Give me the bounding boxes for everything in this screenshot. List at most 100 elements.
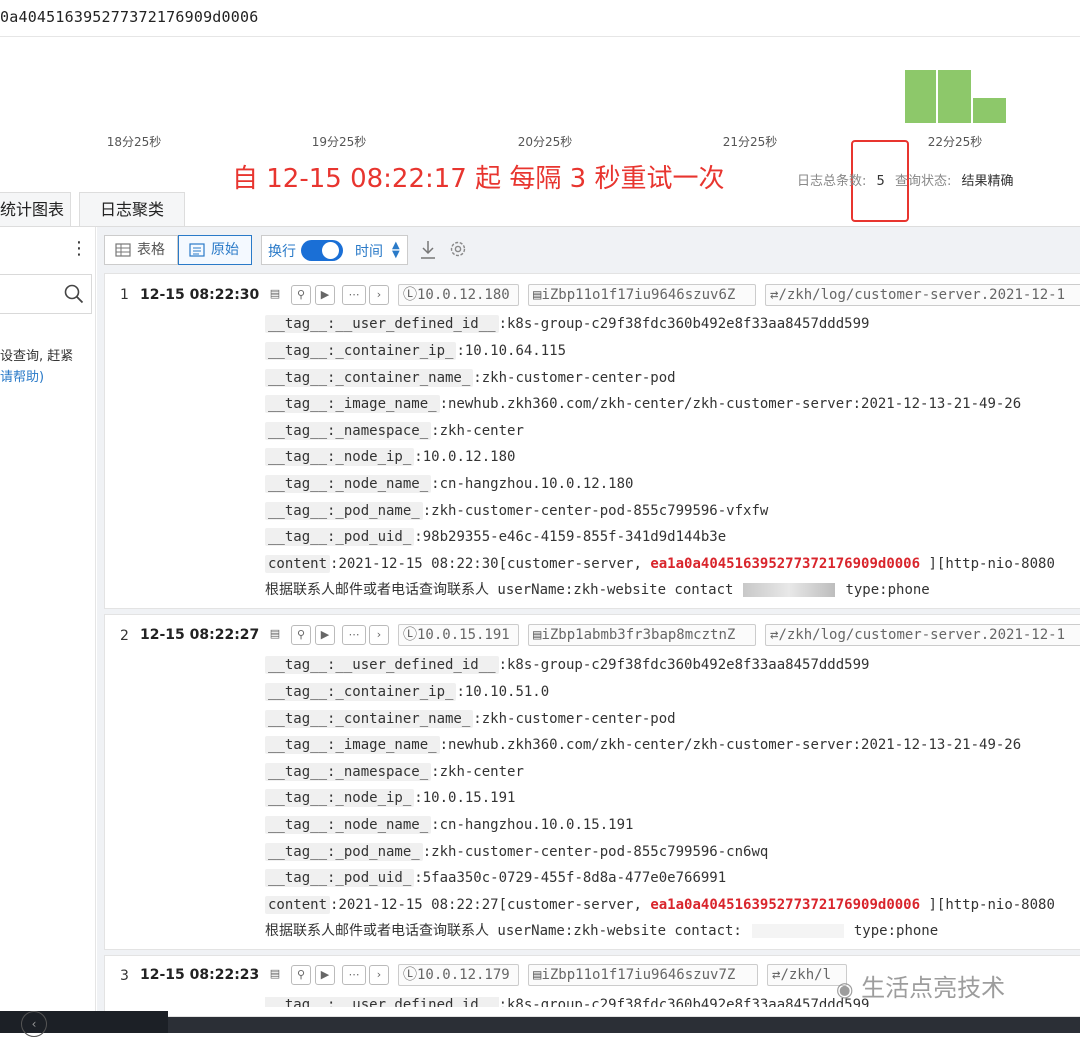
field-key[interactable]: __tag__:_node_ip_	[265, 789, 415, 807]
log-path-tag[interactable]: ⇄/zkh/log/customer-server.2021-12-1	[765, 624, 1080, 646]
hostname-tag[interactable]: ▤iZbp1abmb3fr3bap8mcztnZ	[528, 624, 756, 646]
context-view-icon[interactable]: ⚲	[291, 965, 311, 985]
log-detail-icon[interactable]: ▤	[265, 285, 285, 305]
field-key[interactable]: __tag__:_container_name_	[265, 369, 474, 387]
log-detail-icon[interactable]: ▤	[265, 625, 285, 645]
table-view-button[interactable]: 表格	[104, 235, 178, 265]
field-key[interactable]: __tag__:_namespace_	[265, 763, 432, 781]
field-key[interactable]: __tag__:_container_name_	[265, 710, 474, 728]
field-key[interactable]: __tag__:__user_defined_id__	[265, 315, 499, 333]
field-key[interactable]: __tag__:_node_name_	[265, 475, 432, 493]
more-actions-icon[interactable]: ⋯	[342, 625, 366, 645]
content-text[interactable]: 根据联系人邮件或者电话查询联系人 userName:zkh-website co…	[265, 582, 733, 598]
content-key[interactable]: content	[265, 555, 331, 573]
wrap-toggle-knob[interactable]	[322, 242, 339, 259]
raw-view-label: 原始	[211, 242, 239, 258]
field-value[interactable]: :zkh-customer-center-pod	[473, 711, 675, 727]
field-value[interactable]: :10.10.51.0	[456, 684, 549, 700]
field-key[interactable]: __tag__:_pod_uid_	[265, 869, 415, 887]
live-tail-icon[interactable]: ▶	[315, 625, 335, 645]
search-icon[interactable]	[64, 284, 84, 304]
raw-view-button[interactable]: 原始	[178, 235, 252, 265]
trace-id[interactable]: ea1a0a404516395277372176909d0006	[650, 897, 920, 913]
content-suffix[interactable]: ][http-nio-8080	[920, 556, 1054, 572]
field-value[interactable]: :10.0.15.191	[414, 790, 515, 806]
field-value[interactable]: :zkh-customer-center-pod-855c799596-vfxf…	[423, 503, 769, 519]
field-value[interactable]: :98b29355-e46c-4159-855f-341d9d144b3e	[414, 529, 726, 545]
histogram-bar[interactable]	[938, 70, 971, 123]
field-value[interactable]: :zkh-customer-center-pod-855c799596-cn6w…	[423, 844, 769, 860]
field-value[interactable]: :5faa350c-0729-455f-8d8a-477e0e766991	[414, 870, 726, 886]
field-key[interactable]: __tag__:_pod_uid_	[265, 528, 415, 546]
log-content-line2: 根据联系人邮件或者电话查询联系人 userName:zkh-website co…	[265, 920, 938, 940]
field-value[interactable]: :newhub.zkh360.com/zkh-center/zkh-custom…	[440, 396, 1022, 412]
field-key[interactable]: __tag__:_pod_name_	[265, 843, 423, 861]
field-value[interactable]: :k8s-group-c29f38fdc360b492e8f33aa8457dd…	[499, 316, 870, 332]
more-actions-icon[interactable]: ⋯	[342, 965, 366, 985]
log-detail-icon[interactable]: ▤	[265, 965, 285, 985]
expand-icon[interactable]: ›	[369, 625, 389, 645]
field-key[interactable]: __tag__:_image_name_	[265, 736, 440, 754]
gear-icon[interactable]	[448, 239, 468, 259]
sort-time-button[interactable]: 时间	[355, 241, 383, 261]
hostname-tag[interactable]: ▤iZbp11o1f17iu9646szuv7Z	[528, 964, 758, 986]
field-value[interactable]: :cn-hangzhou.10.0.12.180	[431, 476, 633, 492]
content-prefix[interactable]: :2021-12-15 08:22:30[customer-server,	[330, 556, 650, 572]
log-content: content:2021-12-15 08:22:30[customer-ser…	[265, 555, 1055, 573]
field-value[interactable]: :k8s-group-c29f38fdc360b492e8f33aa8457dd…	[499, 657, 870, 673]
entry-time: 12-15 08:22:27	[140, 627, 260, 643]
expand-icon[interactable]: ›	[369, 965, 389, 985]
tab-cluster[interactable]: 日志聚类	[79, 192, 185, 227]
sort-arrows-icon[interactable]: ▲ ▼	[392, 241, 400, 260]
content-suffix[interactable]: ][http-nio-8080	[920, 897, 1054, 913]
field-key[interactable]: __tag__:_container_ip_	[265, 342, 457, 360]
more-options-icon[interactable]: ⋮	[70, 238, 88, 259]
source-ip-tag[interactable]: Ⓛ10.0.15.191	[398, 624, 519, 646]
histogram-bar[interactable]	[973, 98, 1006, 123]
live-tail-icon[interactable]: ▶	[315, 965, 335, 985]
log-path-tag[interactable]: ⇄/zkh/l	[767, 964, 847, 986]
field-key[interactable]: __tag__:__user_defined_id__	[265, 656, 499, 674]
trace-id[interactable]: ea1a0a404516395277372176909d0006	[650, 556, 920, 572]
entry-time: 12-15 08:22:23	[140, 967, 260, 983]
collapse-icon[interactable]: ‹	[21, 1011, 47, 1037]
query-input-text[interactable]: 0a404516395277372176909d0006	[0, 8, 258, 26]
more-actions-icon[interactable]: ⋯	[342, 285, 366, 305]
log-field: __tag__:_namespace_:zkh-center	[265, 422, 524, 440]
field-value[interactable]: :zkh-center	[431, 423, 524, 439]
field-key[interactable]: __tag__:_image_name_	[265, 395, 440, 413]
live-tail-icon[interactable]: ▶	[315, 285, 335, 305]
field-key[interactable]: __tag__:_pod_name_	[265, 502, 423, 520]
field-value[interactable]: :k8s-group-c29f38fdc360b492e8f33aa8457dd…	[499, 997, 870, 1007]
field-value[interactable]: :zkh-center	[431, 764, 524, 780]
help-link[interactable]: 请帮助)	[0, 366, 44, 385]
field-key[interactable]: __tag__:_container_ip_	[265, 683, 457, 701]
expand-icon[interactable]: ›	[369, 285, 389, 305]
content-text-tail[interactable]: type:phone	[845, 582, 929, 598]
source-ip-tag[interactable]: Ⓛ10.0.12.180	[398, 284, 519, 306]
log-field: __tag__:_image_name_:newhub.zkh360.com/z…	[265, 395, 1022, 413]
content-key[interactable]: content	[265, 896, 331, 914]
field-value[interactable]: :10.0.12.180	[414, 449, 515, 465]
content-text-tail[interactable]: type:phone	[854, 923, 938, 939]
field-value[interactable]: :zkh-customer-center-pod	[473, 370, 675, 386]
context-view-icon[interactable]: ⚲	[291, 285, 311, 305]
field-value[interactable]: :newhub.zkh360.com/zkh-center/zkh-custom…	[440, 737, 1022, 753]
field-value[interactable]: :10.10.64.115	[456, 343, 566, 359]
histogram-bar[interactable]	[905, 70, 936, 123]
field-value[interactable]: :cn-hangzhou.10.0.15.191	[431, 817, 633, 833]
download-icon[interactable]	[418, 239, 438, 261]
content-text[interactable]: 根据联系人邮件或者电话查询联系人 userName:zkh-website co…	[265, 923, 742, 939]
tab-chart[interactable]: 统计图表	[0, 192, 71, 227]
field-key[interactable]: __tag__:__user_defined_id__	[265, 997, 499, 1007]
source-ip-tag[interactable]: Ⓛ10.0.12.179	[398, 964, 519, 986]
context-view-icon[interactable]: ⚲	[291, 625, 311, 645]
content-prefix[interactable]: :2021-12-15 08:22:27[customer-server,	[330, 897, 650, 913]
hostname-tag[interactable]: ▤iZbp11o1f17iu9646szuv6Z	[528, 284, 756, 306]
query-bar[interactable]: 0a404516395277372176909d0006	[0, 0, 1080, 37]
field-key[interactable]: __tag__:_namespace_	[265, 422, 432, 440]
log-path-tag[interactable]: ⇄/zkh/log/customer-server.2021-12-1	[765, 284, 1080, 306]
field-key[interactable]: __tag__:_node_name_	[265, 816, 432, 834]
count-label: 日志总条数:	[797, 174, 867, 189]
field-key[interactable]: __tag__:_node_ip_	[265, 448, 415, 466]
